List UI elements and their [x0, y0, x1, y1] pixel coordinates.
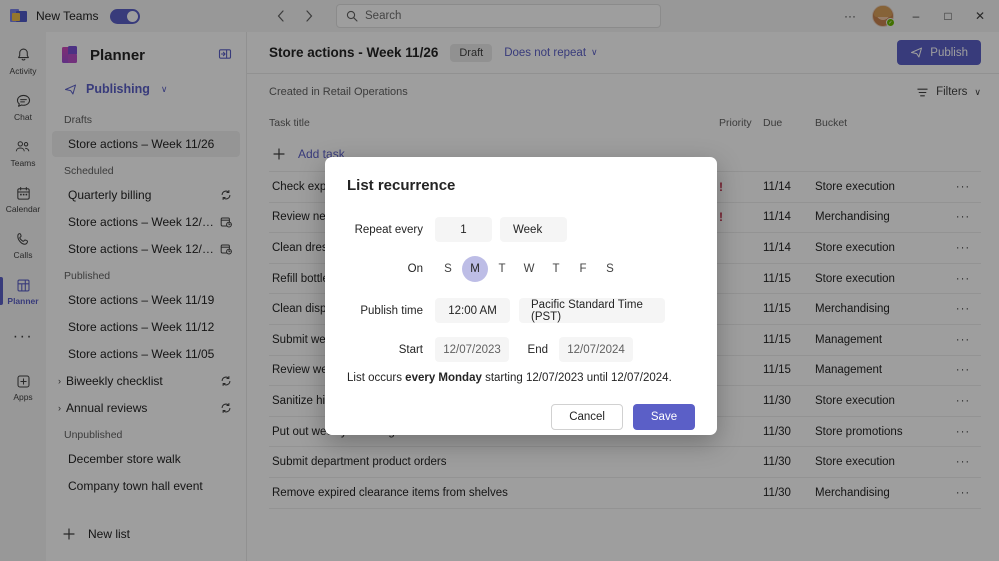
- publish-time-row: Publish time 12:00 AM Pacific Standard T…: [347, 298, 695, 323]
- summary-bold: every Monday: [405, 372, 482, 384]
- publish-time-input[interactable]: 12:00 AM: [435, 298, 510, 323]
- save-button[interactable]: Save: [633, 404, 695, 430]
- start-label: Start: [398, 343, 423, 356]
- day-toggle-thursday[interactable]: T: [543, 256, 569, 282]
- end-label: End: [527, 343, 548, 356]
- repeat-interval-input[interactable]: 1: [435, 217, 492, 242]
- day-toggle-tuesday[interactable]: T: [489, 256, 515, 282]
- end-date-input[interactable]: 12/07/2024: [559, 337, 633, 362]
- day-toggle-monday[interactable]: M: [462, 256, 488, 282]
- day-toggle-friday[interactable]: F: [570, 256, 596, 282]
- on-label: On: [407, 263, 423, 275]
- day-toggle-sunday[interactable]: S: [435, 256, 461, 282]
- publish-time-label: Publish time: [360, 304, 423, 317]
- dialog-title: List recurrence: [347, 177, 456, 194]
- repeat-every-label: Repeat every: [354, 223, 423, 236]
- repeat-unit-select[interactable]: Week: [500, 217, 567, 242]
- day-toggle-saturday[interactable]: S: [597, 256, 623, 282]
- recurrence-summary: List occurs every Monday starting 12/07/…: [347, 372, 695, 384]
- day-selector: S M T W T F S: [435, 256, 624, 282]
- cancel-button[interactable]: Cancel: [551, 404, 623, 430]
- start-date-input[interactable]: 12/07/2023: [435, 337, 509, 362]
- list-recurrence-dialog: List recurrence Repeat every 1 Week On S…: [325, 157, 717, 435]
- date-range-row: Start 12/07/2023 End 12/07/2024: [347, 337, 695, 362]
- repeat-every-row: Repeat every 1 Week: [347, 217, 695, 242]
- day-toggle-wednesday[interactable]: W: [516, 256, 542, 282]
- timezone-select[interactable]: Pacific Standard Time (PST): [519, 298, 665, 323]
- on-days-row: On S M T W T F S: [347, 256, 695, 282]
- summary-suffix: starting 12/07/2023 until 12/07/2024.: [481, 372, 672, 384]
- dialog-actions: Cancel Save: [347, 404, 695, 430]
- summary-prefix: List occurs: [347, 372, 406, 384]
- teams-window: New Teams Search ··· ✓ – □ ✕ Activity Ch…: [0, 0, 999, 561]
